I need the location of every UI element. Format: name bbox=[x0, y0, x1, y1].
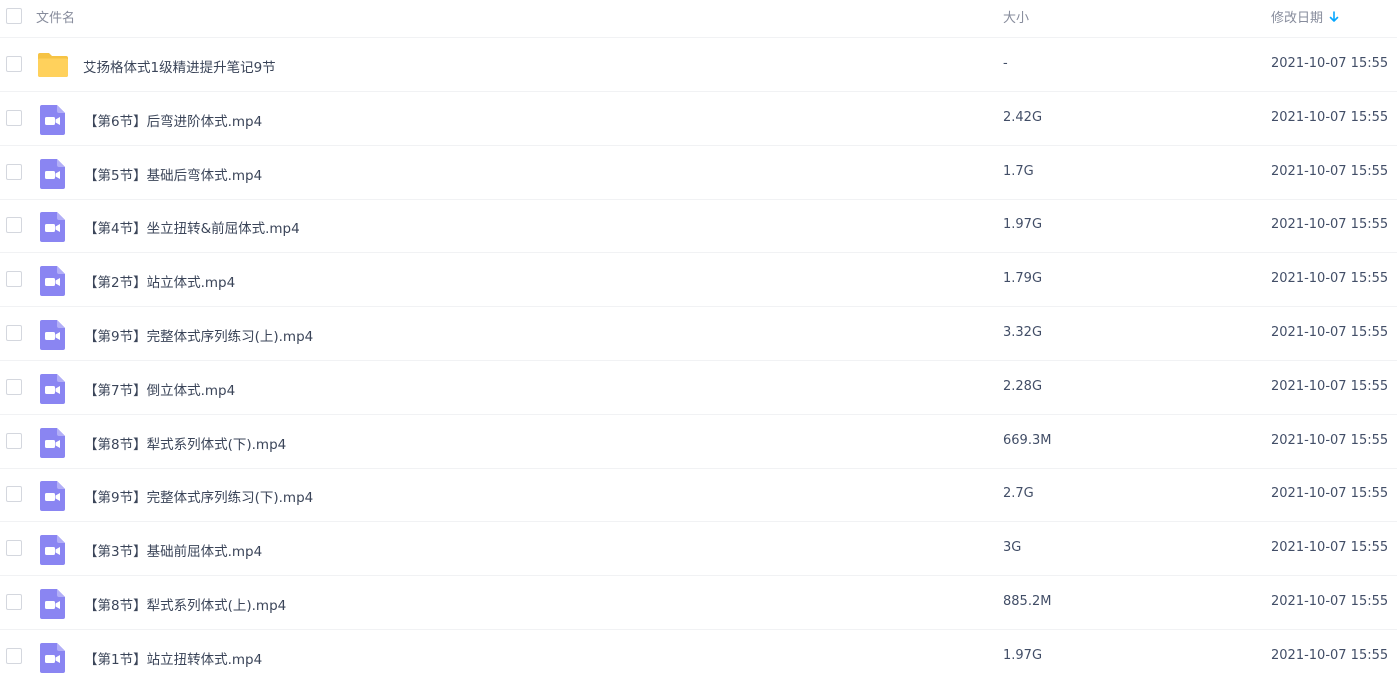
file-modified-date: 2021-10-07 15:55 bbox=[1271, 378, 1389, 394]
file-name[interactable]: 【第4节】坐立扭转&前屈体式.mp4 bbox=[84, 217, 300, 237]
file-size: 1.97G bbox=[1003, 647, 1043, 663]
file-size: 3G bbox=[1003, 540, 1022, 556]
row-checkbox[interactable] bbox=[6, 109, 22, 126]
file-row[interactable]: 【第8节】犁式系列体式(下).mp4 669.3M 2021-10-07 15:55 bbox=[0, 415, 1397, 469]
file-size: 1.7G bbox=[1003, 163, 1034, 179]
row-checkbox[interactable] bbox=[6, 56, 22, 72]
row-checkbox[interactable] bbox=[6, 594, 22, 610]
file-row[interactable]: 【第7节】倒立体式.mp4 2.28G 2021-10-07 15:55 bbox=[0, 361, 1397, 415]
file-list: 文件名 大小 修改日期 艾扬格体式1级精进提升笔记9节 - 2021-10-07 1… bbox=[0, 0, 1397, 679]
file-name[interactable]: 【第6节】后弯进阶体式.mp4 bbox=[84, 110, 262, 130]
file-modified-date: 2021-10-07 15:55 bbox=[1271, 109, 1389, 125]
video-file-icon[interactable] bbox=[40, 373, 65, 404]
file-row[interactable]: 【第5节】基础后弯体式.mp4 1.7G 2021-10-07 15:55 bbox=[0, 146, 1397, 200]
file-modified-date: 2021-10-07 15:55 bbox=[1271, 486, 1389, 502]
video-file-icon[interactable] bbox=[40, 266, 65, 297]
file-name[interactable]: 艾扬格体式1级精进提升笔记9节 bbox=[83, 56, 276, 76]
file-size: 1.97G bbox=[1003, 217, 1043, 233]
video-file-icon[interactable] bbox=[40, 535, 65, 566]
file-size: 1.79G bbox=[1003, 271, 1043, 287]
file-size: 2.28G bbox=[1003, 378, 1043, 394]
row-checkbox[interactable] bbox=[6, 486, 22, 503]
file-modified-date: 2021-10-07 15:55 bbox=[1271, 540, 1389, 556]
file-size: 885.2M bbox=[1003, 594, 1052, 609]
file-row[interactable]: 【第9节】完整体式序列练习(上).mp4 3.32G 2021-10-07 15:5… bbox=[0, 307, 1397, 361]
file-modified-date: 2021-10-07 15:55 bbox=[1271, 325, 1389, 340]
file-size: 3.32G bbox=[1003, 325, 1043, 340]
file-name[interactable]: 【第8节】犁式系列体式(下).mp4 bbox=[84, 433, 286, 453]
row-checkbox[interactable] bbox=[6, 647, 22, 664]
file-name[interactable]: 【第2节】站立体式.mp4 bbox=[84, 271, 235, 291]
row-checkbox[interactable] bbox=[6, 325, 22, 341]
file-row[interactable]: 【第6节】后弯进阶体式.mp4 2.42G 2021-10-07 15:55 bbox=[0, 92, 1397, 146]
row-checkbox[interactable] bbox=[6, 432, 22, 449]
file-modified-date: 2021-10-07 15:55 bbox=[1271, 163, 1389, 179]
file-size: - bbox=[1003, 56, 1008, 71]
file-name[interactable]: 【第9节】完整体式序列练习(上).mp4 bbox=[84, 325, 313, 345]
file-modified-date: 2021-10-07 15:55 bbox=[1271, 432, 1389, 448]
video-file-icon[interactable] bbox=[40, 104, 65, 135]
file-name[interactable]: 【第5节】基础后弯体式.mp4 bbox=[84, 164, 262, 184]
file-modified-date: 2021-10-07 15:55 bbox=[1271, 647, 1389, 663]
column-header-name[interactable]: 文件名 bbox=[36, 7, 75, 26]
file-row[interactable]: 【第4节】坐立扭转&前屈体式.mp4 1.97G 2021-10-07 15:55 bbox=[0, 199, 1397, 254]
file-row[interactable]: 【第1节】站立扭转体式.mp4 1.97G 2021-10-07 15:55 bbox=[0, 630, 1397, 679]
file-row[interactable]: 【第8节】犁式系列体式(上).mp4 885.2M 2021-10-07 15:55 bbox=[0, 576, 1397, 630]
video-file-icon[interactable] bbox=[40, 589, 65, 619]
column-header-size[interactable]: 大小 bbox=[1003, 7, 1029, 26]
file-row[interactable]: 【第9节】完整体式序列练习(下).mp4 2.7G 2021-10-07 15:55 bbox=[0, 468, 1397, 523]
file-row[interactable]: 【第2节】站立体式.mp4 1.79G 2021-10-07 15:55 bbox=[0, 253, 1397, 308]
video-file-icon[interactable] bbox=[40, 642, 65, 673]
select-all-checkbox[interactable] bbox=[6, 8, 22, 24]
video-file-icon[interactable] bbox=[40, 427, 65, 458]
file-modified-date: 2021-10-07 15:55 bbox=[1271, 56, 1389, 71]
video-file-icon[interactable] bbox=[40, 158, 65, 189]
column-header-date[interactable]: 修改日期 bbox=[1271, 7, 1339, 26]
file-name[interactable]: 【第3节】基础前屈体式.mp4 bbox=[84, 540, 262, 560]
row-checkbox[interactable] bbox=[6, 271, 22, 288]
file-name[interactable]: 【第7节】倒立体式.mp4 bbox=[84, 379, 235, 399]
file-row[interactable]: 【第3节】基础前屈体式.mp4 3G 2021-10-07 15:55 bbox=[0, 522, 1397, 577]
column-header-date-label: 修改日期 bbox=[1271, 11, 1324, 26]
video-file-icon[interactable] bbox=[40, 212, 65, 243]
file-name[interactable]: 【第9节】完整体式序列练习(下).mp4 bbox=[84, 486, 313, 506]
file-name[interactable]: 【第8节】犁式系列体式(上).mp4 bbox=[84, 594, 286, 614]
list-header: 文件名 大小 修改日期 bbox=[0, 0, 1397, 38]
video-file-icon[interactable] bbox=[40, 481, 65, 512]
file-name[interactable]: 【第1节】站立扭转体式.mp4 bbox=[84, 648, 262, 668]
row-checkbox[interactable] bbox=[6, 378, 22, 395]
file-row[interactable]: 艾扬格体式1级精进提升笔记9节 - 2021-10-07 15:55 bbox=[0, 38, 1397, 92]
file-modified-date: 2021-10-07 15:55 bbox=[1271, 271, 1389, 287]
row-checkbox[interactable] bbox=[6, 217, 22, 234]
video-file-icon[interactable] bbox=[40, 320, 65, 350]
folder-icon[interactable] bbox=[37, 49, 69, 81]
row-checkbox[interactable] bbox=[6, 540, 22, 557]
file-size: 2.42G bbox=[1003, 109, 1043, 125]
arrow-down-icon[interactable] bbox=[1329, 10, 1339, 23]
row-checkbox[interactable] bbox=[6, 163, 22, 180]
file-size: 2.7G bbox=[1003, 486, 1034, 502]
file-modified-date: 2021-10-07 15:55 bbox=[1271, 217, 1389, 233]
file-modified-date: 2021-10-07 15:55 bbox=[1271, 594, 1389, 609]
file-size: 669.3M bbox=[1003, 432, 1052, 448]
